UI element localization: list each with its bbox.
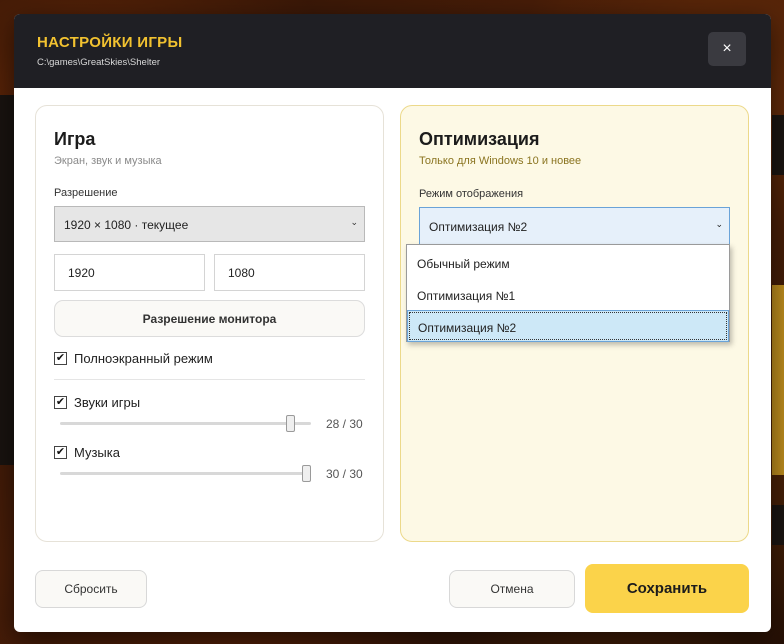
background-panel [772, 285, 784, 475]
display-mode-select[interactable]: Оптимизация №2 ⌄ [419, 207, 730, 245]
dropdown-option[interactable]: Оптимизация №1 [407, 279, 729, 311]
background-game-list [0, 95, 14, 465]
panel-title: Игра [54, 129, 96, 149]
monitor-resolution-button[interactable]: Разрешение монитора [54, 300, 365, 337]
panel-subtitle: Экран, звук и музыка [54, 155, 162, 167]
dropdown-option[interactable]: Обычный режим [407, 247, 729, 279]
sounds-row: ✔ Звуки игры [54, 394, 140, 410]
sounds-slider[interactable] [60, 415, 311, 432]
close-icon: × [722, 40, 732, 57]
check-icon: ✔ [55, 395, 66, 408]
sounds-slider-thumb[interactable] [286, 415, 295, 432]
music-slider-thumb[interactable] [302, 465, 311, 482]
resolution-label: Разрешение [54, 187, 118, 199]
background-panel [772, 115, 784, 175]
game-settings-panel: Игра Экран, звук и музыка Разрешение 192… [35, 105, 384, 542]
background-panel [772, 505, 784, 545]
music-value: 30 / 30 [326, 467, 363, 481]
panel-title: Оптимизация [419, 129, 540, 149]
dialog-header: НАСТРОЙКИ ИГРЫ C:\games\GreatSkies\Shelt… [14, 14, 771, 88]
game-path: C:\games\GreatSkies\Shelter [37, 57, 161, 68]
music-label: Музыка [74, 444, 120, 460]
resolution-select-value: 1920 × 1080 · текущее [64, 218, 189, 232]
display-mode-label: Режим отображения [419, 188, 524, 200]
dialog-title: НАСТРОЙКИ ИГРЫ [37, 34, 183, 51]
divider [54, 379, 365, 380]
reset-button[interactable]: Сбросить [35, 570, 147, 608]
resolution-select[interactable]: 1920 × 1080 · текущее ⌄ [54, 206, 365, 242]
panel-subtitle: Только для Windows 10 и новее [419, 155, 582, 167]
save-button[interactable]: Сохранить [585, 564, 749, 613]
display-mode-dropdown: Обычный режим Оптимизация №1 Оптимизация… [406, 244, 730, 342]
music-slider[interactable] [60, 465, 311, 482]
sounds-label: Звуки игры [74, 394, 141, 410]
width-input[interactable]: 1920 [54, 254, 205, 291]
display-mode-select-value: Оптимизация №2 [429, 220, 528, 234]
height-input[interactable]: 1080 [214, 254, 365, 291]
chevron-down-icon: ⌄ [715, 219, 723, 229]
fullscreen-checkbox[interactable]: ✔ [54, 351, 67, 365]
sounds-value: 28 / 30 [326, 417, 363, 431]
fullscreen-label: Полноэкранный режим [74, 350, 213, 366]
fullscreen-row: ✔ Полноэкранный режим [54, 350, 213, 366]
music-row: ✔ Музыка [54, 444, 120, 460]
check-icon: ✔ [55, 351, 66, 364]
cancel-button[interactable]: Отмена [449, 570, 575, 608]
close-button[interactable]: × [708, 32, 746, 66]
dropdown-option-selected[interactable]: Оптимизация №2 [407, 310, 729, 342]
chevron-down-icon: ⌄ [350, 217, 358, 227]
sounds-checkbox[interactable]: ✔ [54, 395, 67, 409]
music-checkbox[interactable]: ✔ [54, 445, 67, 459]
check-icon: ✔ [55, 445, 66, 458]
